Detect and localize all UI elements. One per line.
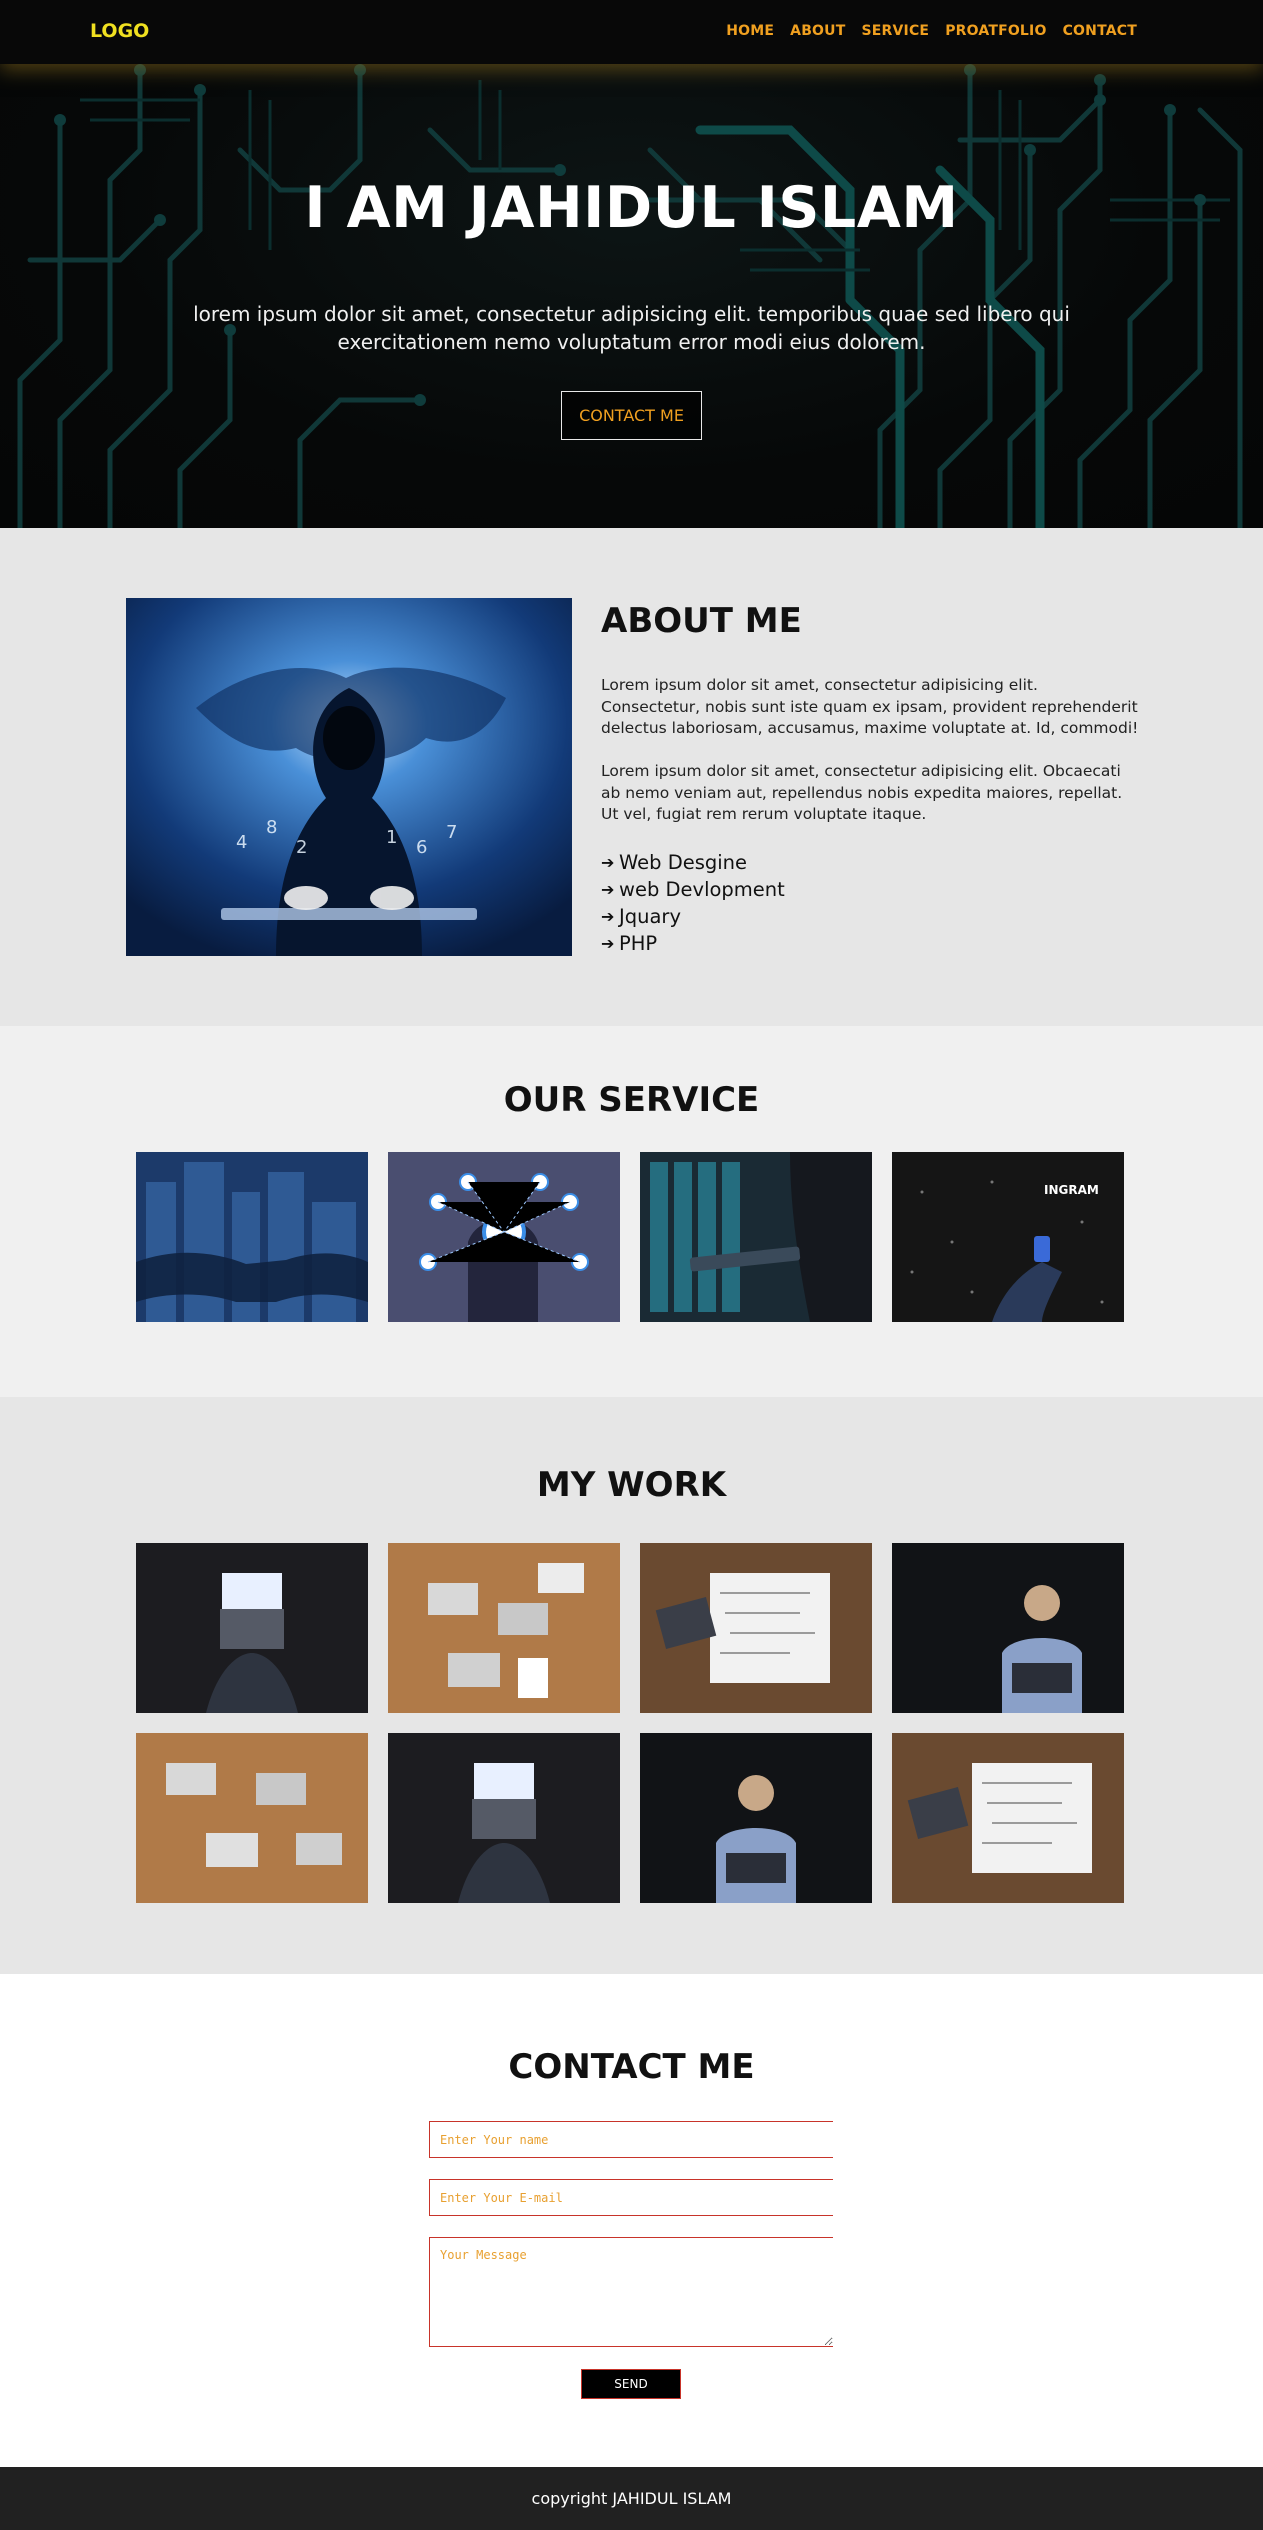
work-image-laptop-dark[interactable] (388, 1733, 620, 1903)
svg-text:4: 4 (236, 832, 247, 853)
nav-item-service[interactable]: SERVICE (861, 23, 929, 39)
about-paragraph: Lorem ipsum dolor sit amet, consectetur … (601, 676, 1139, 737)
skill-item: ➔ Jquary (601, 903, 785, 930)
work-image-team-table[interactable] (388, 1543, 620, 1713)
about-image-hacker: 482 167 (126, 598, 572, 956)
contact-section: CONTACT ME SEND (0, 1974, 1263, 2467)
service-image-handshake[interactable] (136, 1152, 368, 1322)
contact-title: CONTACT ME (508, 2047, 755, 2087)
arrow-right-icon: ➔ (601, 934, 615, 953)
service-title: OUR SERVICE (503, 1080, 760, 1120)
work-image-sketch-desk[interactable] (640, 1543, 872, 1713)
skill-label: PHP (619, 932, 658, 955)
skill-label: web Devlopment (619, 878, 785, 901)
hero-title: I AM JAHIDUL ISLAM (304, 175, 959, 241)
service-image-cloud-network[interactable] (388, 1152, 620, 1322)
skills-list: ➔ Web Desgine ➔ web Devlopment ➔ Jquary ➔ PH… (601, 849, 785, 957)
contact-me-button[interactable]: CONTACT ME (561, 391, 702, 440)
about-section: 482 167 ABOUT ME Lorem ipsum dolor sit a… (0, 528, 1263, 1026)
send-button[interactable]: SEND (581, 2369, 681, 2399)
nav-item-home[interactable]: HOME (726, 23, 774, 39)
about-paragraph: Lorem ipsum dolor sit amet, consectetur … (601, 762, 1123, 823)
svg-text:6: 6 (416, 837, 427, 858)
hero-section: I AM JAHIDUL ISLAM lorem ipsum dolor sit… (0, 0, 1263, 528)
skill-item: ➔ web Devlopment (601, 876, 785, 903)
message-textarea[interactable] (429, 2237, 833, 2347)
svg-text:1: 1 (386, 827, 397, 848)
copyright-text: copyright JAHIDUL ISLAM (531, 2489, 732, 2508)
svg-text:2: 2 (296, 837, 307, 858)
work-gallery-row (136, 1543, 1124, 1713)
work-image-sketch-desk[interactable] (892, 1733, 1124, 1903)
top-navbar: LOGO HOME ABOUT SERVICE PROATFOLIO CONTA… (0, 0, 1263, 64)
work-section: MY WORK (0, 1397, 1263, 1974)
work-gallery-row (136, 1733, 1124, 1903)
work-image-man-laptop-dark[interactable] (640, 1733, 872, 1903)
nav-item-portfolio[interactable]: PROATFOLIO (945, 23, 1046, 39)
circuit-board-background (17, 64, 1243, 528)
footer: copyright JAHIDUL ISLAM (0, 2467, 1263, 2530)
nav-item-contact[interactable]: CONTACT (1063, 23, 1137, 39)
about-title: ABOUT ME (601, 601, 802, 641)
work-image-team-table[interactable] (136, 1733, 368, 1903)
work-title: MY WORK (536, 1465, 727, 1505)
ingram-logo-text: INGRAM (1044, 1183, 1099, 1197)
arrow-right-icon: ➔ (601, 907, 615, 926)
svg-text:8: 8 (266, 817, 277, 838)
work-image-laptop-dark[interactable] (136, 1543, 368, 1713)
skill-item: ➔ PHP (601, 930, 785, 957)
logo[interactable]: LOGO (90, 20, 149, 42)
arrow-right-icon: ➔ (601, 880, 615, 899)
skill-label: Web Desgine (619, 851, 748, 874)
service-image-server-tablet[interactable] (640, 1152, 872, 1322)
hero-text: lorem ipsum dolor sit amet, consectetur … (193, 302, 1070, 354)
skill-label: Jquary (619, 905, 681, 928)
email-input[interactable] (429, 2179, 833, 2216)
service-image-phone[interactable]: INGRAM (892, 1152, 1124, 1322)
service-section: OUR SERVICE INGRAM (0, 1026, 1263, 1397)
service-gallery: INGRAM (136, 1152, 1124, 1322)
svg-text:7: 7 (446, 822, 457, 843)
skill-item: ➔ Web Desgine (601, 849, 785, 876)
arrow-right-icon: ➔ (601, 853, 615, 872)
name-input[interactable] (429, 2121, 833, 2158)
nav-item-about[interactable]: ABOUT (790, 23, 845, 39)
work-image-man-laptop-dark[interactable] (892, 1543, 1124, 1713)
nav-menu: HOME ABOUT SERVICE PROATFOLIO CONTACT (726, 23, 1137, 39)
